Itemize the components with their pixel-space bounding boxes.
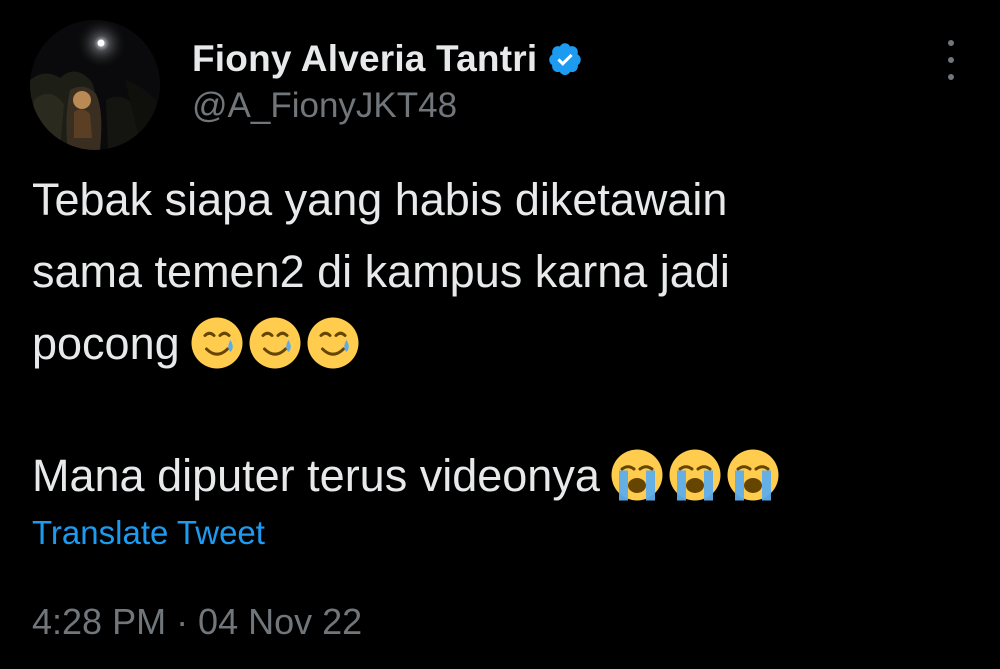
smiling-face-with-tear-icon	[307, 317, 359, 369]
avatar[interactable]	[30, 20, 160, 150]
loudly-crying-face-icon	[727, 449, 779, 501]
tweet-line-4: Mana diputer terus videonya	[32, 440, 952, 512]
tweet-line-3: pocong	[32, 308, 952, 380]
tweet-line-1: Tebak siapa yang habis diketawain	[32, 174, 728, 225]
smiling-face-with-tear-icon	[249, 317, 301, 369]
verified-badge-icon	[549, 43, 582, 76]
smiling-face-with-tear-icon	[191, 317, 243, 369]
more-options-icon[interactable]	[938, 40, 964, 80]
avatar-photo	[30, 20, 160, 150]
tweet: Fiony Alveria Tantri @A_FionyJKT48 Tebak…	[0, 0, 1000, 669]
tweet-timestamp[interactable]: 4:28 PM · 04 Nov 22	[32, 601, 362, 643]
loudly-crying-face-icon	[669, 449, 721, 501]
loudly-crying-face-icon	[611, 449, 663, 501]
author-name-row[interactable]: Fiony Alveria Tantri	[192, 34, 583, 84]
tweet-line-2: sama temen2 di kampus karna jadi	[32, 246, 730, 297]
tweet-text: Tebak siapa yang habis diketawain sama t…	[32, 164, 952, 512]
author-handle[interactable]: @A_FionyJKT48	[192, 86, 457, 126]
translate-tweet-link[interactable]: Translate Tweet	[32, 514, 265, 552]
author-display-name[interactable]: Fiony Alveria Tantri	[192, 38, 537, 80]
